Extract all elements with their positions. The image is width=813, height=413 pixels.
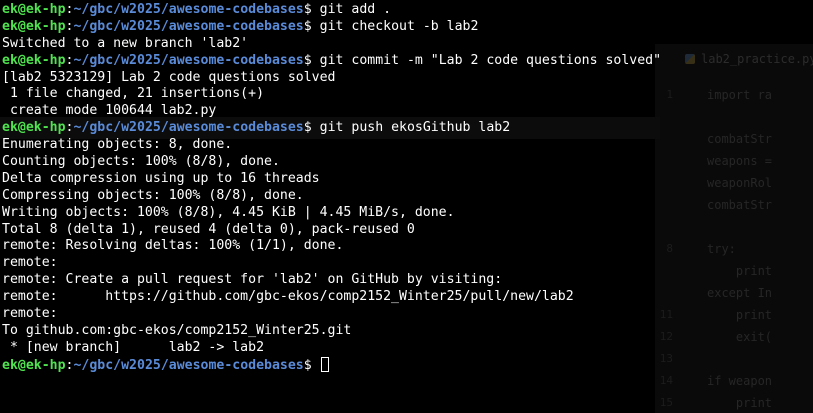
command-text: git commit -m "Lab 2 code questions solv… xyxy=(311,52,662,68)
prompt-symbol: $ xyxy=(303,52,312,68)
terminal-output-line: remote: xyxy=(2,306,58,322)
terminal-output-line: Delta compression using up to 16 threads xyxy=(2,170,320,186)
terminal-output-line: remote: Resolving deltas: 100% (1/1), do… xyxy=(2,238,344,254)
terminal-output-line: To github.com:gbc-ekos/comp2152_Winter25… xyxy=(2,322,352,338)
terminal-output-line: remote: xyxy=(2,255,58,271)
terminal-output[interactable]: ek@ek-hp:~/gbc/w2025/awesome-codebases$ … xyxy=(0,0,813,413)
prompt-symbol: $ xyxy=(303,2,312,17)
prompt-path: ~/gbc/w2025/awesome-codebases xyxy=(73,120,304,136)
terminal-prompt-line: ek@ek-hp:~/gbc/w2025/awesome-codebases$ xyxy=(2,356,813,374)
terminal-prompt-line: ek@ek-hp:~/gbc/w2025/awesome-codebases$ … xyxy=(2,53,813,70)
command-text: git checkout -b lab2 xyxy=(311,18,479,34)
terminal-output-line: Switched to a new branch 'lab2' xyxy=(2,35,249,51)
prompt-user-host: ek@ek-hp xyxy=(2,357,66,373)
prompt-symbol: $ xyxy=(303,18,312,34)
terminal-output-line: Compressing objects: 100% (8/8), done. xyxy=(2,187,304,203)
terminal-output-line: Enumerating objects: 8, done. xyxy=(2,137,233,153)
terminal-output-line: Counting objects: 100% (8/8), done. xyxy=(2,154,280,170)
terminal-output-line: 1 file changed, 21 insertions(+) xyxy=(2,86,265,102)
terminal-output-line: * [new branch] lab2 -> lab2 xyxy=(2,339,265,355)
terminal-output-line: remote: https://github.com/gbc-ekos/comp… xyxy=(2,289,574,305)
terminal-prompt-line: ek@ek-hp:~/gbc/w2025/awesome-codebases$ … xyxy=(2,2,813,19)
prompt-user-host: ek@ek-hp xyxy=(2,18,66,34)
terminal-prompt-line: ek@ek-hp:~/gbc/w2025/awesome-codebases$ … xyxy=(2,19,813,36)
prompt-symbol: $ xyxy=(303,120,312,136)
prompt-path: ~/gbc/w2025/awesome-codebases xyxy=(73,2,304,17)
terminal-output-line: Writing objects: 100% (8/8), 4.45 KiB | … xyxy=(2,204,455,220)
terminal-prompt-line: ek@ek-hp:~/gbc/w2025/awesome-codebases$ … xyxy=(2,120,813,137)
terminal-output-line: create mode 100644 lab2.py xyxy=(2,103,217,119)
command-text: git push ekosGithub lab2 xyxy=(311,120,511,136)
command-text xyxy=(312,358,320,373)
prompt-path: ~/gbc/w2025/awesome-codebases xyxy=(73,18,304,34)
terminal-output-line: remote: Create a pull request for 'lab2'… xyxy=(2,272,503,288)
prompt-user-host: ek@ek-hp xyxy=(2,2,66,17)
command-text: git add . xyxy=(311,2,392,17)
terminal-output-line: Total 8 (delta 1), reused 4 (delta 0), p… xyxy=(2,221,415,237)
prompt-user-host: ek@ek-hp xyxy=(2,120,66,136)
terminal-output-line: [lab2 5323129] Lab 2 code questions solv… xyxy=(2,69,336,85)
prompt-symbol: $ xyxy=(303,357,312,373)
prompt-user-host: ek@ek-hp xyxy=(2,52,66,68)
terminal-cursor[interactable] xyxy=(320,356,329,372)
prompt-path: ~/gbc/w2025/awesome-codebases xyxy=(73,357,304,373)
prompt-path: ~/gbc/w2025/awesome-codebases xyxy=(73,52,304,68)
